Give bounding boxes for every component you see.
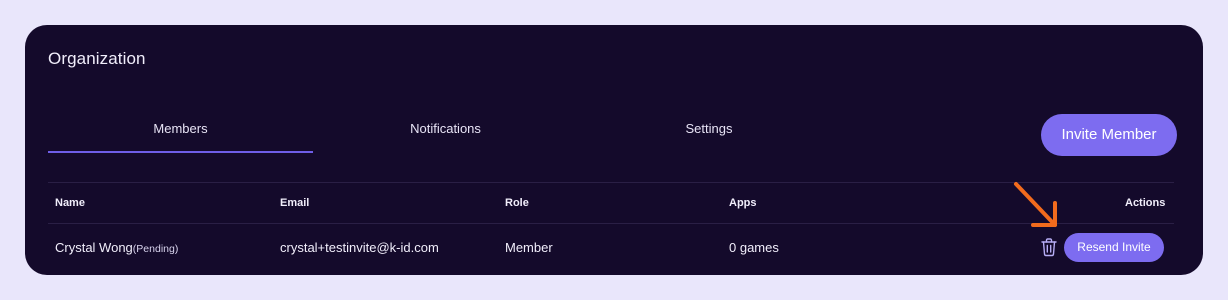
trash-icon[interactable] <box>1040 237 1058 257</box>
organization-panel: Organization Members Notifications Setti… <box>25 25 1203 275</box>
tab-notifications[interactable]: Notifications <box>313 121 578 153</box>
column-header-apps: Apps <box>729 197 757 209</box>
pending-status: (Pending) <box>132 243 179 255</box>
column-header-actions: Actions <box>1125 197 1166 209</box>
column-header-name: Name <box>55 197 85 209</box>
member-email: crystal+testinvite@k-id.com <box>280 240 439 255</box>
table-header-divider <box>48 223 1174 224</box>
page-title: Organization <box>48 49 146 68</box>
invite-member-button[interactable]: Invite Member <box>1041 114 1177 156</box>
member-name-cell: Crystal Wong(Pending) <box>55 240 178 255</box>
member-apps: 0 games <box>729 240 779 255</box>
member-role: Member <box>505 240 553 255</box>
member-name: Crystal Wong <box>55 240 133 255</box>
column-header-role: Role <box>505 197 529 209</box>
active-tab-indicator <box>48 151 313 153</box>
column-header-email: Email <box>280 197 310 209</box>
arrow-down-right-icon <box>1011 181 1061 231</box>
tab-members[interactable]: Members <box>48 121 313 153</box>
table-top-divider <box>48 182 1174 183</box>
resend-invite-button[interactable]: Resend Invite <box>1064 233 1164 262</box>
tab-settings[interactable]: Settings <box>578 121 840 153</box>
